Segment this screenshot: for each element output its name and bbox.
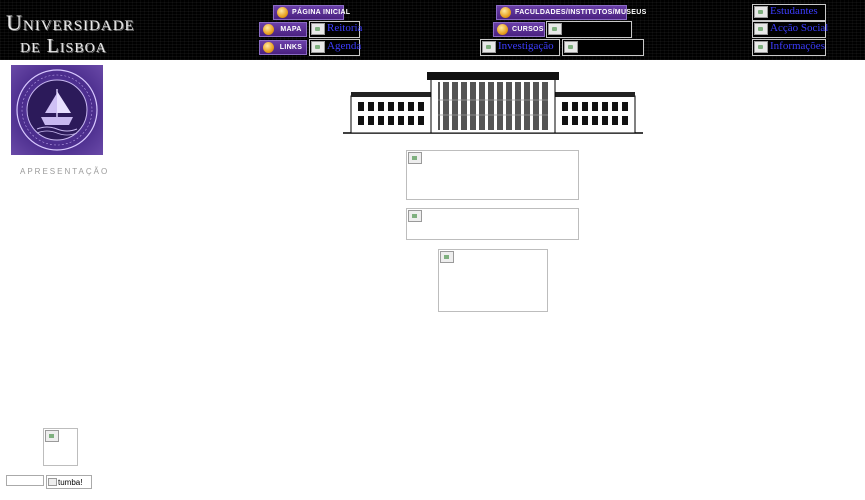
counter-box — [6, 475, 44, 486]
broken-image-icon — [48, 478, 57, 486]
empty-image-link-2[interactable] — [562, 39, 644, 56]
estudantes-link[interactable]: Estudantes — [752, 4, 826, 21]
broken-image-icon — [440, 251, 454, 263]
home-button[interactable]: PÁGINA INICIAL — [273, 5, 350, 20]
broken-image-icon — [548, 23, 562, 35]
broken-image-icon — [311, 23, 325, 35]
faculties-button[interactable]: FACULDADES/INSTITUTOS/MUSEUS — [496, 5, 646, 20]
courses-button[interactable]: CURSOS — [493, 22, 545, 37]
broken-image-icon — [754, 23, 768, 35]
banner-image-3[interactable] — [438, 249, 548, 312]
broken-image-icon — [564, 41, 578, 53]
acao-social-link[interactable]: Acção Social — [752, 21, 828, 38]
tumba-alt-text: tumba! — [58, 477, 83, 487]
orange-ball-icon — [497, 24, 508, 35]
broken-image-icon — [754, 6, 768, 18]
header-bar: Universidade de Lisboa PÁGINA INICIAL MA… — [0, 0, 865, 60]
broken-image-icon — [408, 152, 422, 164]
logo-line-1: Universidade — [6, 10, 135, 35]
university-seal-image[interactable] — [11, 65, 103, 155]
building-drawing-icon — [343, 72, 643, 134]
orange-ball-icon — [263, 42, 274, 53]
reitoria-link[interactable]: Reitoria — [309, 21, 362, 38]
broken-image-icon — [408, 210, 422, 222]
broken-image-icon — [311, 41, 325, 53]
links-button[interactable]: LINKS — [259, 40, 307, 55]
orange-ball-icon — [277, 7, 288, 18]
small-image[interactable] — [43, 428, 78, 466]
orange-ball-icon — [500, 7, 511, 18]
banner-image-2[interactable] — [406, 208, 579, 240]
tumba-badge[interactable]: tumba! — [46, 475, 92, 489]
broken-image-icon — [754, 41, 768, 53]
logo-line-2: de Lisboa — [20, 35, 107, 57]
banner-image-1[interactable] — [406, 150, 579, 200]
seal-icon — [16, 69, 98, 151]
apresentacao-link[interactable]: APRESENTAÇÃO — [20, 167, 107, 176]
agenda-link[interactable]: Agenda — [309, 39, 361, 56]
orange-ball-icon — [263, 24, 274, 35]
broken-image-icon — [482, 41, 496, 53]
informacoes-link[interactable]: Informações — [752, 39, 826, 56]
empty-image-link[interactable] — [546, 21, 632, 38]
investigacao-link[interactable]: Investigação — [480, 39, 560, 56]
university-logo[interactable]: Universidade de Lisboa — [6, 10, 135, 57]
map-button[interactable]: MAPA — [259, 22, 307, 37]
building-illustration — [343, 70, 643, 136]
broken-image-icon — [45, 430, 59, 442]
